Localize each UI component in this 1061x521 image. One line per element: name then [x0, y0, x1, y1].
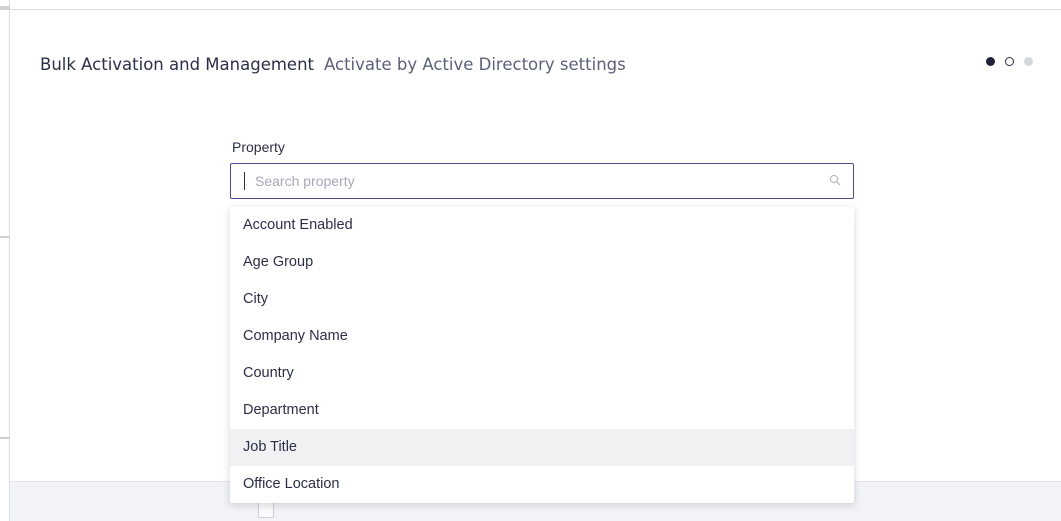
text-caret: [244, 172, 245, 190]
step-dot-next: [1005, 57, 1014, 66]
property-label: Property: [232, 139, 285, 155]
footer-checkbox[interactable]: [258, 502, 274, 518]
step-dot-inactive: [1024, 57, 1033, 66]
dropdown-option[interactable]: Department: [230, 392, 854, 429]
dropdown-option[interactable]: Company Name: [230, 318, 854, 355]
page-subtitle: Activate by Active Directory settings: [324, 55, 626, 74]
step-indicator: [986, 57, 1033, 66]
edge-divider: [0, 6, 10, 10]
wizard-header: Bulk Activation and Management Activate b…: [40, 53, 626, 76]
search-icon: [829, 174, 841, 186]
edge-divider: [0, 236, 10, 238]
edge-divider: [0, 437, 10, 439]
page-title: Bulk Activation and Management: [40, 55, 314, 74]
dropdown-option[interactable]: Country: [230, 355, 854, 392]
step-dot-current: [986, 57, 995, 66]
dropdown-option-hovered[interactable]: Job Title: [230, 429, 854, 466]
property-dropdown-list: Account Enabled Age Group City Company N…: [230, 207, 854, 503]
panel-left-border: [9, 0, 10, 521]
panel-top-border: [9, 9, 1061, 10]
dropdown-option[interactable]: Office Location: [230, 466, 854, 503]
dropdown-option[interactable]: Age Group: [230, 244, 854, 281]
dropdown-option[interactable]: Account Enabled: [230, 207, 854, 244]
property-search-field[interactable]: [230, 163, 854, 199]
wizard-panel: Bulk Activation and Management Activate b…: [0, 0, 1061, 521]
dropdown-option[interactable]: City: [230, 281, 854, 318]
property-search-input[interactable]: [255, 164, 815, 197]
